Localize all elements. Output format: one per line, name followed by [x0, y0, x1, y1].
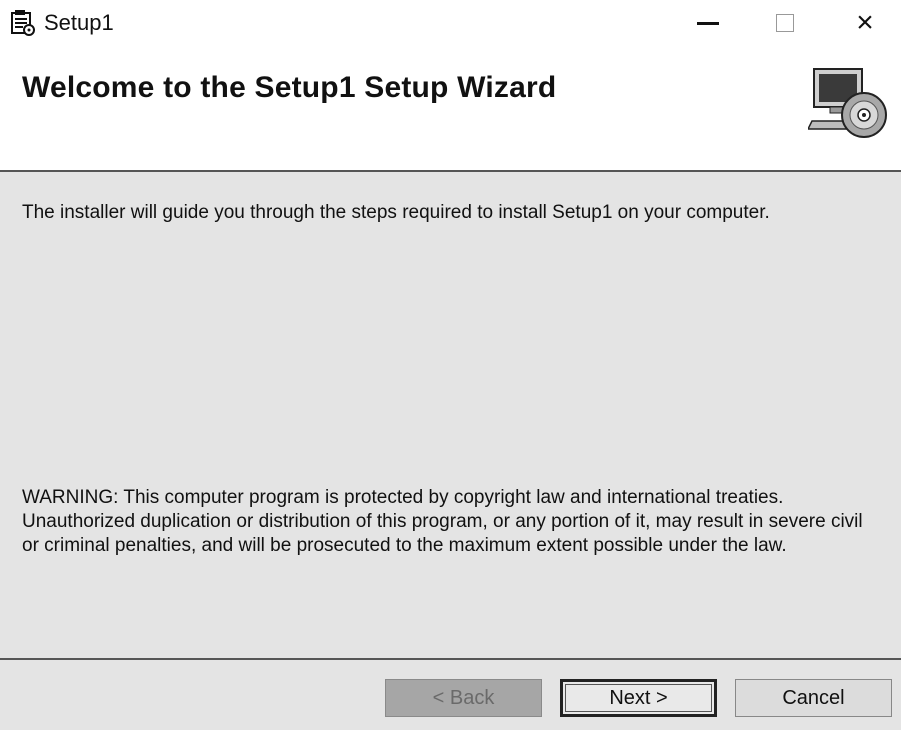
wizard-header: Welcome to the Setup1 Setup Wizard — [0, 45, 901, 170]
intro-text: The installer will guide you through the… — [22, 202, 770, 223]
close-button[interactable]: × — [835, 0, 895, 45]
setup-installer-icon — [10, 9, 36, 37]
back-button[interactable]: < Back — [385, 679, 542, 717]
maximize-button[interactable] — [755, 0, 815, 45]
cancel-button[interactable]: Cancel — [735, 679, 892, 717]
setup-wizard-window: Setup1 × Welcome to the Setup1 Setup Wiz… — [0, 0, 901, 730]
next-button[interactable]: Next > — [560, 679, 717, 717]
maximize-icon — [776, 13, 794, 32]
copyright-warning: WARNING: This computer program is protec… — [22, 487, 863, 556]
minimize-button[interactable] — [678, 0, 738, 45]
wizard-title: Welcome to the Setup1 Setup Wizard — [22, 71, 557, 104]
wizard-footer: < Back Next > Cancel — [0, 660, 901, 730]
window-title: Setup1 — [44, 10, 114, 35]
title-bar[interactable]: Setup1 × — [0, 0, 901, 45]
minimize-icon — [697, 22, 719, 25]
wizard-body: The installer will guide you through the… — [0, 172, 901, 658]
close-icon: × — [856, 5, 874, 39]
computer-cd-icon — [806, 63, 888, 143]
